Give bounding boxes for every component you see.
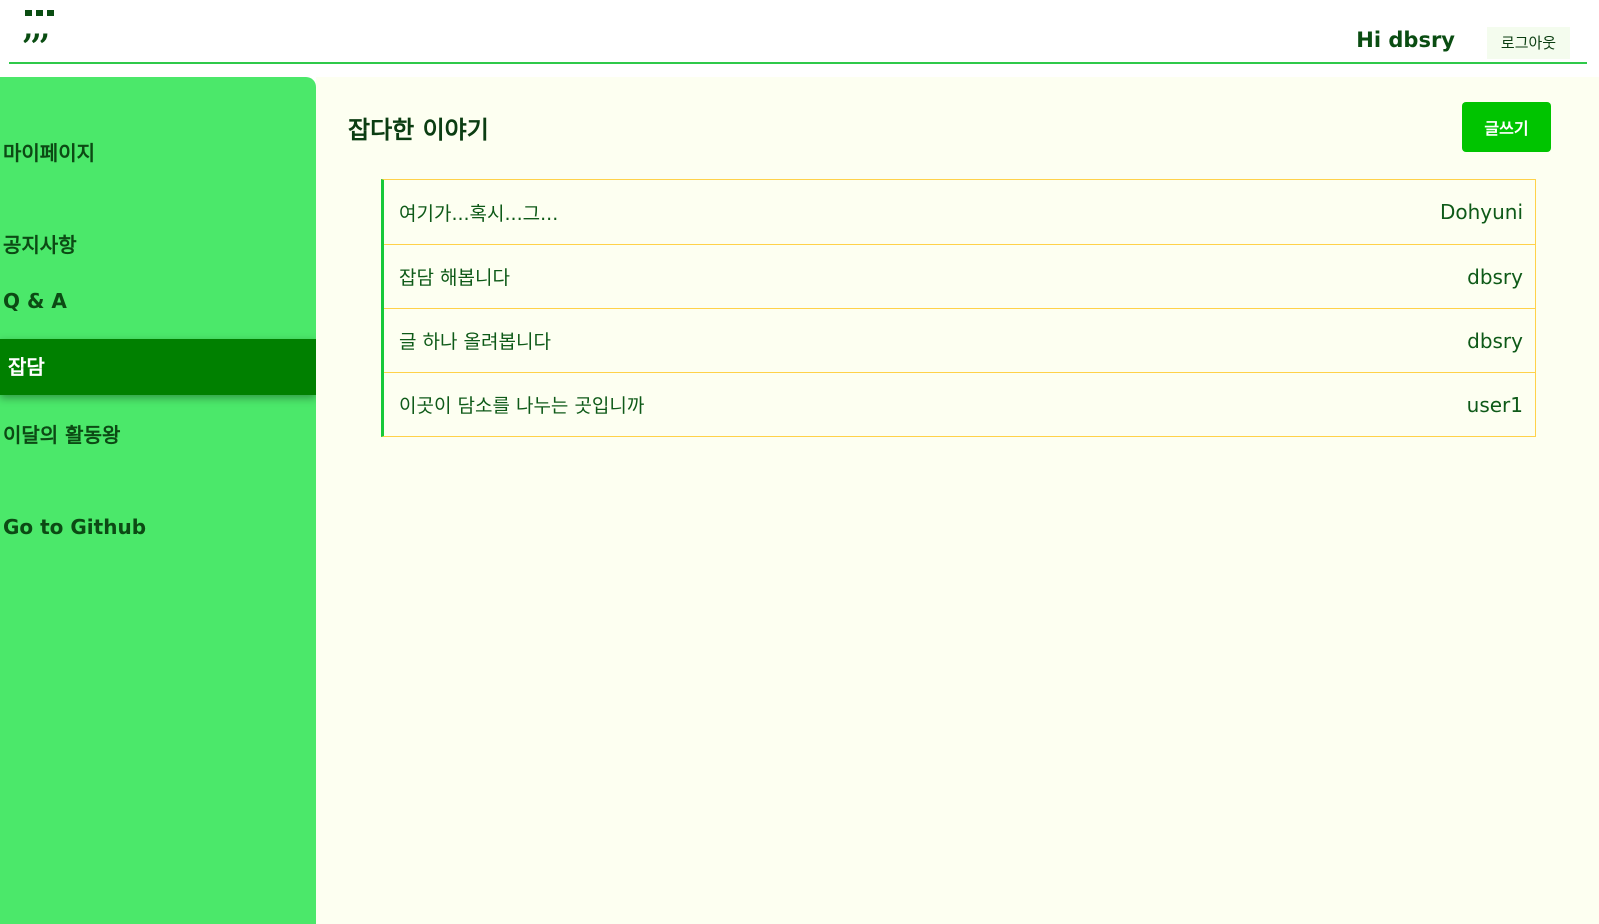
post-list: 여기가...혹시...그... Dohyuni 잡담 해봅니다 dbsry 글 … xyxy=(381,179,1536,437)
sidebar: 마이페이지 공지사항 Q & A 잡담 이달의 활동왕 Go to Github xyxy=(0,77,316,924)
post-author: dbsry xyxy=(1467,264,1523,289)
sidebar-item-qna[interactable]: Q & A xyxy=(0,273,316,329)
logout-button[interactable]: 로그아웃 xyxy=(1487,27,1570,59)
post-row[interactable]: 이곳이 담소를 나누는 곳입니까 user1 xyxy=(384,372,1535,436)
page-title: 잡다한 이야기 xyxy=(348,116,489,144)
write-post-button[interactable]: 글쓰기 xyxy=(1462,102,1551,152)
sidebar-item-github[interactable]: Go to Github xyxy=(0,499,316,555)
sidebar-item-notice[interactable]: 공지사항 xyxy=(0,217,316,273)
post-row[interactable]: 잡담 해봅니다 dbsry xyxy=(384,244,1535,308)
sidebar-item-chat[interactable]: 잡담 xyxy=(0,339,316,395)
quote-logo-icon[interactable]: ,,, xyxy=(23,10,63,54)
post-title[interactable]: 잡담 해봅니다 xyxy=(399,263,510,290)
post-author: user1 xyxy=(1466,392,1523,417)
post-title[interactable]: 글 하나 올려봅니다 xyxy=(399,327,551,354)
post-author: Dohyuni xyxy=(1439,200,1523,224)
post-author: dbsry xyxy=(1467,328,1523,353)
user-greeting: Hi dbsry xyxy=(1356,28,1455,52)
top-header: ,,, Hi dbsry 로그아웃 xyxy=(9,0,1587,64)
post-row[interactable]: 글 하나 올려봅니다 dbsry xyxy=(384,308,1535,372)
sidebar-item-mypage[interactable]: 마이페이지 xyxy=(0,125,316,181)
post-row[interactable]: 여기가...혹시...그... Dohyuni xyxy=(384,180,1535,244)
logo-commas: ,,, xyxy=(23,11,50,46)
sidebar-item-top-activity[interactable]: 이달의 활동왕 xyxy=(0,407,316,463)
main-content: 잡다한 이야기 글쓰기 여기가...혹시...그... Dohyuni 잡담 해… xyxy=(316,77,1599,924)
post-title[interactable]: 여기가...혹시...그... xyxy=(399,199,558,226)
post-title[interactable]: 이곳이 담소를 나누는 곳입니까 xyxy=(399,391,644,418)
